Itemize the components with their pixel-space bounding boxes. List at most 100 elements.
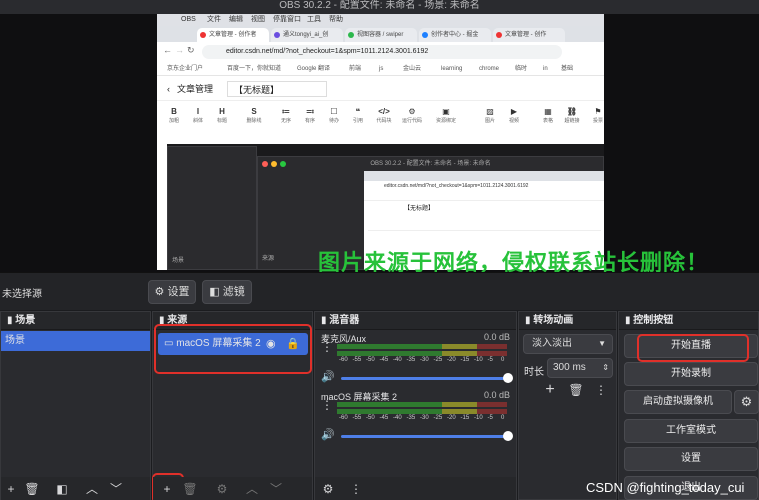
toolbar-item[interactable]: ⚑ 投票 [587, 106, 604, 130]
transition-menu-dots-icon[interactable]: ⋮ [595, 378, 607, 402]
editor-header: ‹ 文章管理 【无标题】 [157, 78, 604, 100]
close-light-icon [262, 161, 268, 167]
advanced-audio-gear-icon[interactable]: ⚙ [319, 477, 337, 500]
channel-menu-dots-icon[interactable]: ⋮ [321, 338, 333, 356]
duration-spinbox[interactable]: 300 ms ⇕ [547, 358, 613, 378]
dock-grip-icon: ▮ [321, 315, 327, 326]
channel-menu-dots-icon[interactable]: ⋮ [321, 396, 333, 414]
volume-slider[interactable] [341, 373, 513, 383]
start-virtual-camera-button[interactable]: 启动虚拟摄像机 [624, 390, 732, 414]
tab-label: 创作者中心 - 掘金 [431, 32, 479, 38]
toolbar-item[interactable]: ≕ 有序 [299, 106, 321, 130]
toolbar-item[interactable]: ⛓ 超链接 [561, 106, 583, 130]
browser-tab[interactable]: 文章管理 - 创作 [493, 28, 565, 42]
toolbar-item[interactable]: ▦ 表格 [537, 106, 559, 130]
zoom-light-icon [280, 161, 286, 167]
browser-tab[interactable]: 通义tongyi_ai_创 [271, 28, 343, 42]
volume-speaker-icon[interactable]: 🔊 [321, 370, 335, 383]
toolbar-item[interactable]: ▣ 资源绑定 [435, 106, 457, 130]
meter-tick-label: -55 [352, 415, 362, 421]
toolbar-item[interactable]: ☐ 待办 [323, 106, 345, 130]
article-manage-link[interactable]: 文章管理 [177, 78, 213, 100]
scene-filters-icon[interactable]: ◧ [53, 477, 71, 500]
transition-select[interactable]: 淡入淡出 ▼ [523, 334, 613, 354]
meter-tick-label: -10 [474, 415, 483, 421]
bookmark-item[interactable]: in [543, 62, 548, 76]
back-chevron-icon[interactable]: ‹ [167, 78, 170, 100]
mixer-menu-dots-icon[interactable]: ⋮ [349, 477, 363, 500]
bookmark-item[interactable]: Google 翻译 [297, 62, 330, 76]
studio-mode-button[interactable]: 工作室模式 [624, 419, 758, 443]
tab-label: 文章管理 - 创作 [505, 32, 547, 38]
toolbar-item[interactable]: I 斜体 [187, 106, 209, 130]
toolbar-item-label: 运行代码 [401, 118, 422, 124]
visibility-eye-icon[interactable]: ◉ [266, 333, 276, 355]
browser-tab[interactable]: 创作者中心 - 掘金 [419, 28, 491, 42]
move-up-icon[interactable]: ︿ [243, 477, 261, 500]
dock-grip-icon: ▮ [7, 315, 13, 326]
source-item[interactable]: ▭ macOS 屏幕采集 2 ◉ 🔒 [158, 333, 308, 355]
url-field[interactable]: editor.csdn.net/md/?not_checkout=1&spm=1… [202, 45, 562, 59]
browser-tab[interactable]: 视图容器 / swiper [345, 28, 417, 42]
bookmark-item[interactable]: 百度一下，你就知道 [227, 62, 281, 76]
toolbar-item-label: 有序 [304, 118, 315, 124]
source-properties-gear-icon[interactable]: ⚙ [213, 477, 231, 500]
bookmark-item[interactable]: 前端 [349, 62, 361, 76]
bookmark-item[interactable]: chrome [479, 62, 499, 76]
transitions-dock-header: ▮ 转场动画 [519, 312, 616, 330]
toolbar-item[interactable]: S 删除线 [243, 106, 265, 130]
tab-label: 通义tongyi_ai_创 [283, 32, 329, 38]
bookmark-item[interactable]: 基础 [561, 62, 573, 76]
nested-toolbar [368, 217, 601, 231]
meter-tick-label: -40 [393, 415, 402, 421]
toolbar-item[interactable]: B 加粗 [163, 106, 185, 130]
volume-slider-knob[interactable] [503, 431, 513, 441]
add-scene-icon[interactable]: + [3, 477, 19, 500]
remove-scene-icon[interactable]: 🗑 [23, 477, 41, 500]
remove-source-icon[interactable]: 🗑 [181, 477, 199, 500]
bookmark-item[interactable]: learning [441, 62, 462, 76]
toolbar-item[interactable]: ⚙ 运行代码 [401, 106, 423, 130]
move-up-icon[interactable]: ︿ [83, 477, 101, 500]
forward-arrow-icon[interactable]: → [175, 45, 184, 55]
move-down-icon[interactable]: ﹀ [267, 477, 285, 500]
toolbar-item-label: 引用 [352, 118, 363, 124]
source-filters-button[interactable]: ◧ 滤镜 [202, 280, 252, 304]
reload-icon[interactable]: ↻ [187, 45, 195, 56]
bookmark-item[interactable]: js [379, 62, 383, 76]
volume-slider[interactable] [341, 431, 513, 441]
volume-speaker-icon[interactable]: 🔊 [321, 428, 335, 441]
back-arrow-icon[interactable]: ← [163, 45, 172, 55]
meter-tick-label: -25 [433, 357, 443, 363]
add-source-icon[interactable]: + [159, 477, 175, 500]
toolbar-item[interactable]: </> 代码块 [373, 106, 395, 130]
toolbar-glyph-icon: S [251, 107, 257, 116]
bookmark-item[interactable]: 金山云 [403, 62, 421, 76]
csdn-favicon-icon [200, 32, 206, 38]
toolbar-item[interactable]: ▨ 图片 [479, 106, 501, 130]
toolbar-item[interactable]: H 标题 [211, 106, 233, 130]
meter-tick-label: -15 [460, 357, 470, 363]
move-down-icon[interactable]: ﹀ [107, 477, 125, 500]
scene-item[interactable]: 场景 [1, 331, 150, 351]
browser-tab[interactable]: 文章管理 - 创作者 [197, 28, 269, 42]
lock-icon[interactable]: 🔒 [286, 333, 300, 355]
add-transition-icon[interactable]: + [541, 378, 559, 402]
start-recording-button[interactable]: 开始录制 [624, 362, 758, 386]
toolbar-item[interactable]: ❝ 引用 [347, 106, 369, 130]
bookmark-item[interactable]: 京东企业门户 [167, 62, 203, 76]
bookmark-item[interactable]: 临时 [515, 62, 527, 76]
volume-slider-knob[interactable] [503, 373, 513, 383]
source-settings-button[interactable]: ⚙ 设置 [148, 280, 196, 304]
toolbar-item-label: 斜体 [192, 118, 203, 124]
virtual-camera-gear-icon[interactable]: ⚙ [734, 390, 759, 414]
toolbar-glyph-icon: ⚙ [408, 107, 416, 116]
toolbar-item[interactable]: ▶ 视频 [503, 106, 525, 130]
remove-transition-icon[interactable]: 🗑 [567, 378, 585, 402]
nested-bookmarks [364, 191, 604, 201]
toolbar-item[interactable]: ≔ 无序 [275, 106, 297, 130]
source-label: macOS 屏幕采集 2 [176, 338, 261, 349]
dock-title: 场景 [15, 315, 36, 326]
settings-button[interactable]: 设置 [624, 447, 758, 471]
article-title-input[interactable]: 【无标题】 [227, 81, 327, 97]
